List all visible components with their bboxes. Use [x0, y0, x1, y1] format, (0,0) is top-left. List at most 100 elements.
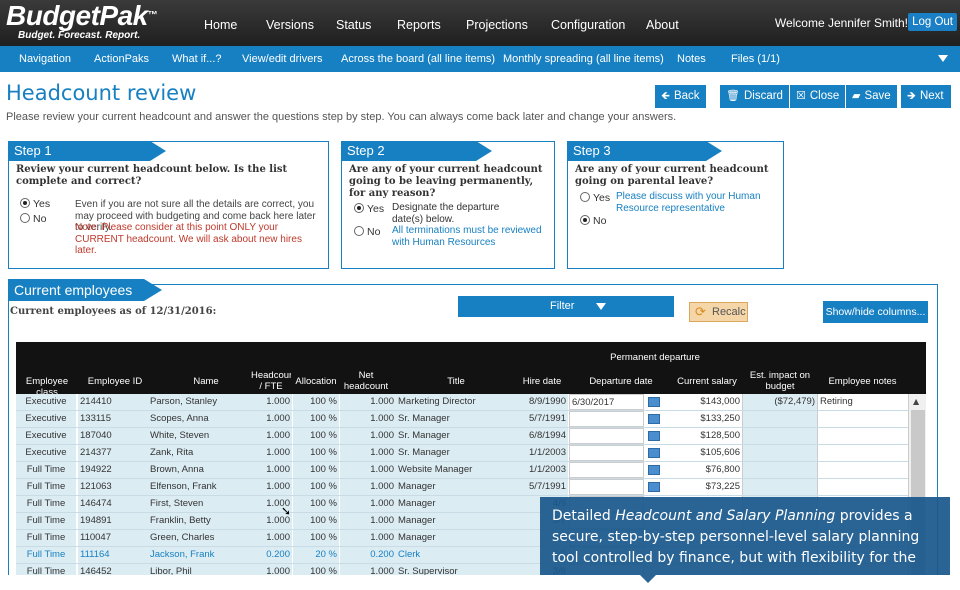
column-header[interactable]: Title — [416, 376, 496, 387]
back-button[interactable]: 🡸 Back — [655, 85, 706, 108]
table-cell[interactable] — [569, 462, 644, 478]
chevron-down-icon — [596, 303, 606, 310]
save-button[interactable]: ▰ Save — [846, 85, 897, 108]
calendar-icon[interactable] — [648, 397, 660, 407]
table-cell: 1.000 — [248, 445, 292, 461]
table-cell: 1.000 — [248, 462, 292, 478]
step-3-question: Are any of your current headcount going … — [575, 164, 769, 187]
mouse-cursor-icon: ➘ — [281, 504, 292, 518]
subnav-what-if[interactable]: What if...? — [172, 53, 222, 65]
table-cell: Full Time — [16, 462, 76, 478]
column-header[interactable]: Employee ID — [82, 376, 148, 387]
chevron-down-icon[interactable] — [938, 55, 948, 62]
subnav-notes[interactable]: Notes — [677, 53, 706, 65]
calendar-icon[interactable] — [648, 448, 660, 458]
column-header[interactable]: Name — [166, 376, 246, 387]
menu-configuration[interactable]: Configuration — [551, 18, 625, 32]
step-1-warning: Note: Please consider at this point ONLY… — [75, 222, 302, 256]
table-cell[interactable] — [817, 445, 908, 461]
table-cell — [743, 445, 817, 461]
table-cell[interactable] — [569, 445, 644, 461]
logout-button[interactable]: Log Out — [908, 13, 957, 31]
chevron-up-icon[interactable]: ▲ — [913, 397, 919, 406]
column-header[interactable]: Employee notes — [817, 376, 908, 387]
recalc-button[interactable]: ⟳ Recalc — [689, 302, 748, 322]
table-cell[interactable] — [817, 428, 908, 444]
table-cell: 20 % — [293, 547, 339, 563]
table-cell[interactable] — [817, 479, 908, 495]
column-header[interactable]: Departure date — [576, 376, 666, 387]
table-cell: $73,225 — [669, 479, 743, 495]
table-row[interactable]: Executive 187040 White, Steven 1.000 100 % 1.… — [16, 428, 908, 445]
table-cell[interactable]: Retiring — [817, 394, 908, 410]
subnav-files[interactable]: Files (1/1) — [731, 53, 780, 65]
calendar-cell — [644, 479, 668, 495]
table-row[interactable]: Full Time 194922 Brown, Anna 1.000 100 % 1.00… — [16, 462, 908, 479]
step-3-yes-radio[interactable]: Yes — [580, 192, 610, 204]
calendar-icon[interactable] — [648, 465, 660, 475]
step-1-yes-radio[interactable]: Yes — [20, 198, 50, 210]
table-cell[interactable] — [817, 411, 908, 427]
column-header[interactable]: Net headcount — [340, 370, 392, 392]
menu-home[interactable]: Home — [204, 18, 237, 32]
next-button[interactable]: 🡺 Next — [901, 85, 951, 108]
subnav-monthly-spreading[interactable]: Monthly spreading (all line items) — [503, 53, 664, 65]
subnav-view-edit-drivers[interactable]: View/edit drivers — [242, 53, 323, 65]
menu-versions[interactable]: Versions — [266, 18, 314, 32]
menu-status[interactable]: Status — [336, 18, 371, 32]
tagline: Budget. Forecast. Report. — [18, 30, 141, 41]
table-cell: Full Time — [16, 513, 76, 529]
step-2-no-radio[interactable]: No — [354, 226, 380, 238]
table-cell: Brown, Anna — [148, 462, 260, 478]
column-header[interactable]: Hire date — [516, 376, 568, 387]
arrow-left-icon: 🡸 — [661, 90, 670, 102]
column-header[interactable]: Current salary — [671, 376, 743, 387]
calendar-cell — [644, 462, 668, 478]
column-header[interactable]: Headcount / FTE — [251, 370, 291, 392]
menu-reports[interactable]: Reports — [397, 18, 441, 32]
table-cell: First, Steven — [148, 496, 260, 512]
table-cell[interactable] — [817, 462, 908, 478]
table-cell[interactable] — [569, 428, 644, 444]
table-cell[interactable]: 6/30/2017 — [569, 394, 644, 410]
table-cell[interactable] — [569, 411, 644, 427]
table-cell: 100 % — [293, 462, 339, 478]
column-header[interactable]: Allocation — [293, 376, 339, 387]
step-3-yes-note: Please discuss with your Human Resource … — [616, 191, 761, 214]
sub-navigation: Navigation ActionPaks What if...? View/e… — [0, 46, 960, 72]
table-row[interactable]: Executive 214410 Parson, Stanley 1.000 100 %… — [16, 394, 908, 411]
calendar-icon[interactable] — [648, 482, 660, 492]
subnav-navigation[interactable]: Navigation — [19, 53, 71, 65]
calendar-icon[interactable] — [648, 414, 660, 424]
save-icon: ▰ — [852, 90, 861, 102]
table-cell[interactable] — [569, 479, 644, 495]
step-2-yes-radio[interactable]: Yes — [354, 203, 384, 215]
close-button[interactable]: ☒ Close — [790, 85, 846, 108]
table-cell: Scopes, Anna — [148, 411, 260, 427]
radio-selected-icon — [354, 203, 364, 213]
filter-button[interactable]: Filter — [458, 296, 674, 317]
calendar-icon[interactable] — [648, 431, 660, 441]
menu-about[interactable]: About — [646, 18, 679, 32]
subnav-across-the-board[interactable]: Across the board (all line items) — [341, 53, 495, 65]
table-cell: 100 % — [293, 564, 339, 575]
logo[interactable]: BudgetPak™ — [6, 1, 158, 31]
step-1-no-radio[interactable]: No — [20, 213, 46, 225]
radio-selected-icon — [20, 198, 30, 208]
step-3-no-radio[interactable]: No — [580, 215, 606, 227]
radio-selected-icon — [580, 215, 590, 225]
table-cell: 100 % — [293, 530, 339, 546]
column-header[interactable]: Est. impact on budget — [743, 370, 817, 392]
table-cell: 1.000 — [340, 411, 396, 427]
table-cell: 1.000 — [248, 411, 292, 427]
show-hide-columns-button[interactable]: Show/hide columns... — [823, 301, 928, 323]
table-cell: 1.000 — [248, 428, 292, 444]
table-cell: Manager — [396, 479, 509, 495]
menu-projections[interactable]: Projections — [466, 18, 528, 32]
discard-button[interactable]: 🗑 Discard — [720, 85, 789, 108]
table-row[interactable]: Executive 214377 Zank, Rita 1.000 100 % 1.000… — [16, 445, 908, 462]
table-row[interactable]: Full Time 121063 Elfenson, Frank 1.000 100 %… — [16, 479, 908, 496]
table-cell: Marketing Director — [396, 394, 509, 410]
table-row[interactable]: Executive 133115 Scopes, Anna 1.000 100 % 1.0… — [16, 411, 908, 428]
subnav-actionpaks[interactable]: ActionPaks — [94, 53, 149, 65]
